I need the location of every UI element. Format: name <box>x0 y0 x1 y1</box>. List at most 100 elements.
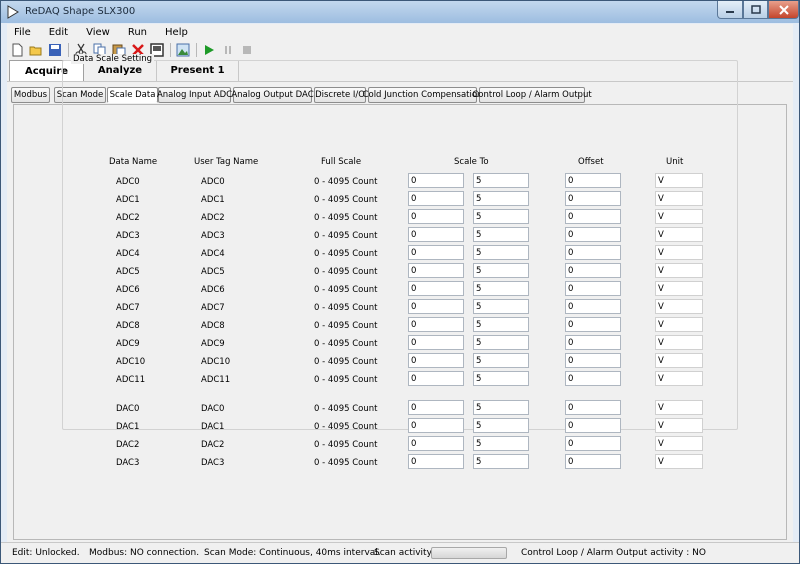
unit-input[interactable] <box>655 191 703 206</box>
unit-input[interactable] <box>655 371 703 386</box>
offset-input[interactable] <box>565 227 621 242</box>
scale-to-input[interactable] <box>473 299 529 314</box>
offset-input[interactable] <box>565 173 621 188</box>
scale-from-input[interactable] <box>408 371 464 386</box>
offset-input[interactable] <box>565 353 621 368</box>
play-button[interactable] <box>201 42 217 58</box>
new-file-button[interactable] <box>9 42 25 58</box>
offset-input[interactable] <box>565 245 621 260</box>
title-bar[interactable]: ReDAQ Shape SLX300 <box>1 1 799 23</box>
scale-to-input[interactable] <box>473 353 529 368</box>
pause-button[interactable] <box>220 42 236 58</box>
scale-from-input[interactable] <box>408 191 464 206</box>
status-edit: Edit: Unlocked. <box>12 548 80 558</box>
unit-input[interactable] <box>655 263 703 278</box>
user-tag-cell: ADC1 <box>201 195 225 205</box>
minimize-button[interactable] <box>717 1 743 19</box>
menu-file[interactable]: File <box>7 27 40 38</box>
scale-to-input[interactable] <box>473 245 529 260</box>
header-data-name: Data Name <box>109 157 158 167</box>
unit-input[interactable] <box>655 317 703 332</box>
unit-input[interactable] <box>655 418 703 433</box>
full-scale-cell: 0 - 4095 Count <box>314 422 378 432</box>
app-window: ReDAQ Shape SLX300 File Edit View Run He… <box>0 0 800 564</box>
offset-input[interactable] <box>565 418 621 433</box>
group-title: Data Scale Setting <box>71 54 155 64</box>
unit-input[interactable] <box>655 173 703 188</box>
data-name-cell: ADC7 <box>116 303 140 313</box>
scale-from-input[interactable] <box>408 245 464 260</box>
scale-to-input[interactable] <box>473 263 529 278</box>
image-button[interactable] <box>175 42 191 58</box>
save-button[interactable] <box>47 42 63 58</box>
scale-from-input[interactable] <box>408 353 464 368</box>
unit-input[interactable] <box>655 353 703 368</box>
tab-modbus[interactable]: Modbus <box>11 87 50 103</box>
offset-input[interactable] <box>565 454 621 469</box>
offset-input[interactable] <box>565 299 621 314</box>
scale-from-input[interactable] <box>408 227 464 242</box>
offset-input[interactable] <box>565 317 621 332</box>
maximize-button[interactable] <box>743 1 768 19</box>
scale-to-input[interactable] <box>473 454 529 469</box>
scale-from-input[interactable] <box>408 400 464 415</box>
scale-from-input[interactable] <box>408 281 464 296</box>
menu-view[interactable]: View <box>77 27 119 38</box>
scale-from-input[interactable] <box>408 418 464 433</box>
full-scale-cell: 0 - 4095 Count <box>314 458 378 468</box>
scale-from-input[interactable] <box>408 317 464 332</box>
data-name-cell: ADC10 <box>116 357 146 367</box>
app-icon <box>7 5 19 19</box>
unit-input[interactable] <box>655 281 703 296</box>
full-scale-cell: 0 - 4095 Count <box>314 339 378 349</box>
scale-from-input[interactable] <box>408 299 464 314</box>
offset-input[interactable] <box>565 209 621 224</box>
unit-input[interactable] <box>655 299 703 314</box>
scale-to-input[interactable] <box>473 173 529 188</box>
unit-input[interactable] <box>655 227 703 242</box>
offset-input[interactable] <box>565 191 621 206</box>
offset-input[interactable] <box>565 263 621 278</box>
offset-input[interactable] <box>565 335 621 350</box>
scale-to-input[interactable] <box>473 191 529 206</box>
scale-from-input[interactable] <box>408 173 464 188</box>
toolbar-separator <box>196 43 197 57</box>
menu-edit[interactable]: Edit <box>40 27 77 38</box>
scale-to-input[interactable] <box>473 418 529 433</box>
full-scale-cell: 0 - 4095 Count <box>314 267 378 277</box>
stop-button[interactable] <box>239 42 255 58</box>
scale-to-input[interactable] <box>473 371 529 386</box>
data-name-cell: ADC0 <box>116 177 140 187</box>
unit-input[interactable] <box>655 209 703 224</box>
data-name-cell: ADC9 <box>116 339 140 349</box>
menu-help[interactable]: Help <box>156 27 197 38</box>
user-tag-cell: ADC2 <box>201 213 225 223</box>
offset-input[interactable] <box>565 371 621 386</box>
offset-input[interactable] <box>565 400 621 415</box>
unit-input[interactable] <box>655 245 703 260</box>
scale-to-input[interactable] <box>473 209 529 224</box>
offset-input[interactable] <box>565 436 621 451</box>
scale-from-input[interactable] <box>408 454 464 469</box>
offset-input[interactable] <box>565 281 621 296</box>
scale-from-input[interactable] <box>408 209 464 224</box>
scale-from-input[interactable] <box>408 335 464 350</box>
unit-input[interactable] <box>655 436 703 451</box>
scale-to-input[interactable] <box>473 317 529 332</box>
open-button[interactable] <box>28 42 44 58</box>
close-button[interactable] <box>768 1 799 19</box>
menu-bar: File Edit View Run Help <box>7 24 793 41</box>
unit-input[interactable] <box>655 335 703 350</box>
scale-to-input[interactable] <box>473 436 529 451</box>
status-bar: Edit: Unlocked. Modbus: NO connection. S… <box>1 542 799 563</box>
scale-to-input[interactable] <box>473 335 529 350</box>
scale-to-input[interactable] <box>473 281 529 296</box>
scale-to-input[interactable] <box>473 227 529 242</box>
scale-from-input[interactable] <box>408 263 464 278</box>
unit-input[interactable] <box>655 454 703 469</box>
menu-run[interactable]: Run <box>119 27 156 38</box>
scale-to-input[interactable] <box>473 400 529 415</box>
scale-from-input[interactable] <box>408 436 464 451</box>
save-icon <box>49 44 61 56</box>
unit-input[interactable] <box>655 400 703 415</box>
